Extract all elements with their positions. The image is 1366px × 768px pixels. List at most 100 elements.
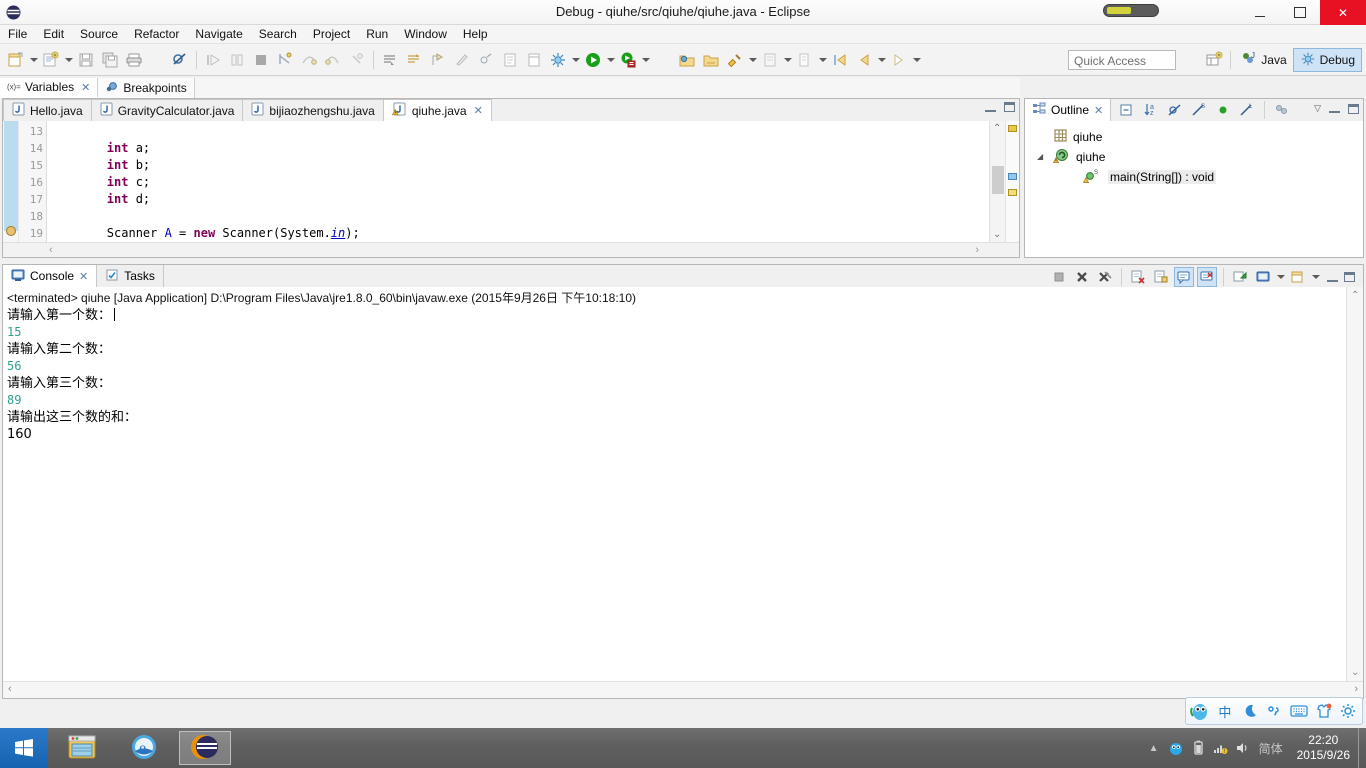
close-button[interactable]	[1320, 0, 1366, 25]
run-dropdown-icon[interactable]	[605, 49, 616, 71]
search-dropdown-icon[interactable]	[747, 49, 758, 71]
taskbar-clock[interactable]: 22:20 2015/9/26	[1289, 733, 1358, 763]
link-with-editor-icon[interactable]	[1272, 100, 1292, 120]
tab-console[interactable]: Console ✕	[3, 265, 98, 287]
code-line[interactable]: int c;	[49, 174, 987, 191]
minimize-icon[interactable]	[985, 103, 996, 112]
open-type-dropdown-icon[interactable]	[782, 49, 793, 71]
scroll-left-icon[interactable]: ‹	[49, 244, 53, 256]
maximize-icon[interactable]	[1004, 102, 1015, 112]
console-horizontal-scrollbar[interactable]: ‹ ›	[3, 681, 1363, 698]
search-icon[interactable]	[724, 49, 746, 71]
console-vertical-scrollbar[interactable]: ⌃ ⌄	[1346, 287, 1363, 681]
show-desktop-button[interactable]	[1358, 728, 1366, 768]
new-java-project-icon[interactable]	[676, 49, 698, 71]
forward-dropdown-icon[interactable]	[911, 49, 922, 71]
close-icon[interactable]: ✕	[81, 81, 90, 94]
taskbar-item-file-explorer[interactable]	[56, 731, 108, 765]
view-menu-icon[interactable]: ▽	[1314, 103, 1321, 114]
chinese-mode-label[interactable]: 中	[1214, 700, 1236, 722]
expand-arrow-icon[interactable]: ◢	[1037, 152, 1043, 161]
code-line[interactable]: int b;	[49, 157, 987, 174]
remove-launch-icon[interactable]	[1072, 267, 1092, 287]
scroll-up-icon[interactable]: ⌃	[1351, 290, 1359, 301]
hide-nonpublic-icon[interactable]	[1213, 100, 1233, 120]
outline-item[interactable]: qiuhe	[1035, 127, 1363, 147]
code-line[interactable]: Scanner A = new Scanner(System.in);	[49, 225, 987, 242]
new-package-icon[interactable]	[700, 49, 722, 71]
editor-tab-qiuhe-java[interactable]: qiuhe.java ✕	[382, 99, 492, 121]
close-icon[interactable]: ✕	[79, 270, 88, 283]
maximize-icon[interactable]	[1348, 103, 1359, 114]
ime-language-indicator[interactable]: 简体	[1253, 740, 1289, 757]
taskbar-item-internet-explorer[interactable]: e	[118, 731, 170, 765]
maximize-button[interactable]	[1280, 0, 1320, 25]
clear-console-icon[interactable]	[1128, 267, 1148, 287]
code-line[interactable]	[49, 123, 987, 140]
ime-toolbar[interactable]: 中	[1185, 697, 1363, 725]
perspective-java[interactable]: J Java	[1235, 48, 1292, 72]
scroll-up-icon[interactable]: ⌃	[993, 123, 1001, 134]
open-task-dropdown-icon[interactable]	[817, 49, 828, 71]
menu-search[interactable]: Search	[251, 26, 305, 42]
marker-bar[interactable]	[3, 121, 19, 242]
taskbar-item-eclipse[interactable]	[179, 731, 231, 765]
maximize-icon[interactable]	[1344, 272, 1355, 282]
settings-icon[interactable]	[1337, 700, 1359, 722]
tab-breakpoints[interactable]: Breakpoints	[98, 78, 195, 98]
display-selected-console-icon[interactable]	[1253, 267, 1273, 287]
run-icon[interactable]	[582, 49, 604, 71]
sogou-logo-icon[interactable]	[1189, 700, 1211, 722]
back-icon[interactable]	[853, 49, 875, 71]
back-dropdown-icon[interactable]	[876, 49, 887, 71]
new-java-class-dropdown-icon[interactable]	[63, 49, 74, 71]
show-console-on-output-icon[interactable]	[1174, 267, 1194, 287]
display-console-dropdown-icon[interactable]	[1275, 266, 1286, 288]
outline-item[interactable]: ◢ qiuhe	[1035, 147, 1363, 167]
editor-tab-gravitycalculator-java[interactable]: GravityCalculator.java	[90, 99, 244, 121]
volume-icon[interactable]	[1231, 728, 1253, 768]
menu-run[interactable]: Run	[358, 26, 396, 42]
open-perspective-icon[interactable]	[1203, 49, 1225, 71]
tab-variables[interactable]: (x)= Variables ✕	[0, 78, 99, 98]
outline-tree[interactable]: qiuhe ◢ qiuhe Smain(String[]) : void	[1025, 121, 1363, 187]
windows-start-icon[interactable]	[0, 728, 48, 768]
keyboard-icon[interactable]	[1288, 700, 1310, 722]
new-wizard-icon[interactable]	[5, 49, 27, 71]
scroll-down-icon[interactable]: ⌄	[1351, 667, 1359, 678]
perspective-debug[interactable]: Debug	[1292, 48, 1362, 72]
editor-tab-bijiaozhengshu-java[interactable]: bijiaozhengshu.java	[242, 99, 384, 121]
scroll-lock-icon[interactable]	[1151, 267, 1171, 287]
debug-run-icon[interactable]	[547, 49, 569, 71]
scroll-left-icon[interactable]: ‹	[8, 683, 12, 695]
battery-icon[interactable]	[1187, 728, 1209, 768]
quick-access-input[interactable]: Quick Access	[1068, 50, 1176, 70]
menu-source[interactable]: Source	[72, 26, 126, 42]
new-wizard-dropdown-icon[interactable]	[28, 49, 39, 71]
last-edit-location-icon[interactable]	[427, 49, 449, 71]
tab-outline[interactable]: Outline ✕	[1025, 99, 1112, 121]
show-hidden-icons-icon[interactable]: ▲	[1143, 728, 1165, 768]
usb-safely-remove-icon[interactable]	[1165, 728, 1187, 768]
menu-window[interactable]: Window	[396, 26, 455, 42]
menu-refactor[interactable]: Refactor	[126, 26, 187, 42]
new-java-class-icon[interactable]	[40, 49, 62, 71]
collapse-all-icon[interactable]	[1117, 100, 1137, 120]
menu-file[interactable]: File	[0, 26, 35, 42]
debug-dropdown-icon[interactable]	[570, 49, 581, 71]
hide-fields-icon[interactable]	[1165, 100, 1185, 120]
next-annotation-icon[interactable]	[379, 49, 401, 71]
show-console-on-error-icon[interactable]	[1197, 267, 1217, 287]
scroll-right-icon[interactable]: ›	[975, 244, 979, 256]
hide-static-icon[interactable]: S	[1189, 100, 1209, 120]
hide-local-types-icon[interactable]: L	[1237, 100, 1257, 120]
network-icon[interactable]: !	[1209, 728, 1231, 768]
toggle-breakpoint-icon[interactable]	[169, 49, 191, 71]
scrollbar-thumb[interactable]	[992, 166, 1004, 194]
tab-tasks[interactable]: Tasks	[97, 265, 164, 287]
menu-navigate[interactable]: Navigate	[187, 26, 250, 42]
menu-project[interactable]: Project	[305, 26, 358, 42]
toggle-block-selection-icon[interactable]	[475, 49, 497, 71]
code-line[interactable]: int a;	[49, 140, 987, 157]
remove-all-terminated-icon[interactable]	[1095, 267, 1115, 287]
